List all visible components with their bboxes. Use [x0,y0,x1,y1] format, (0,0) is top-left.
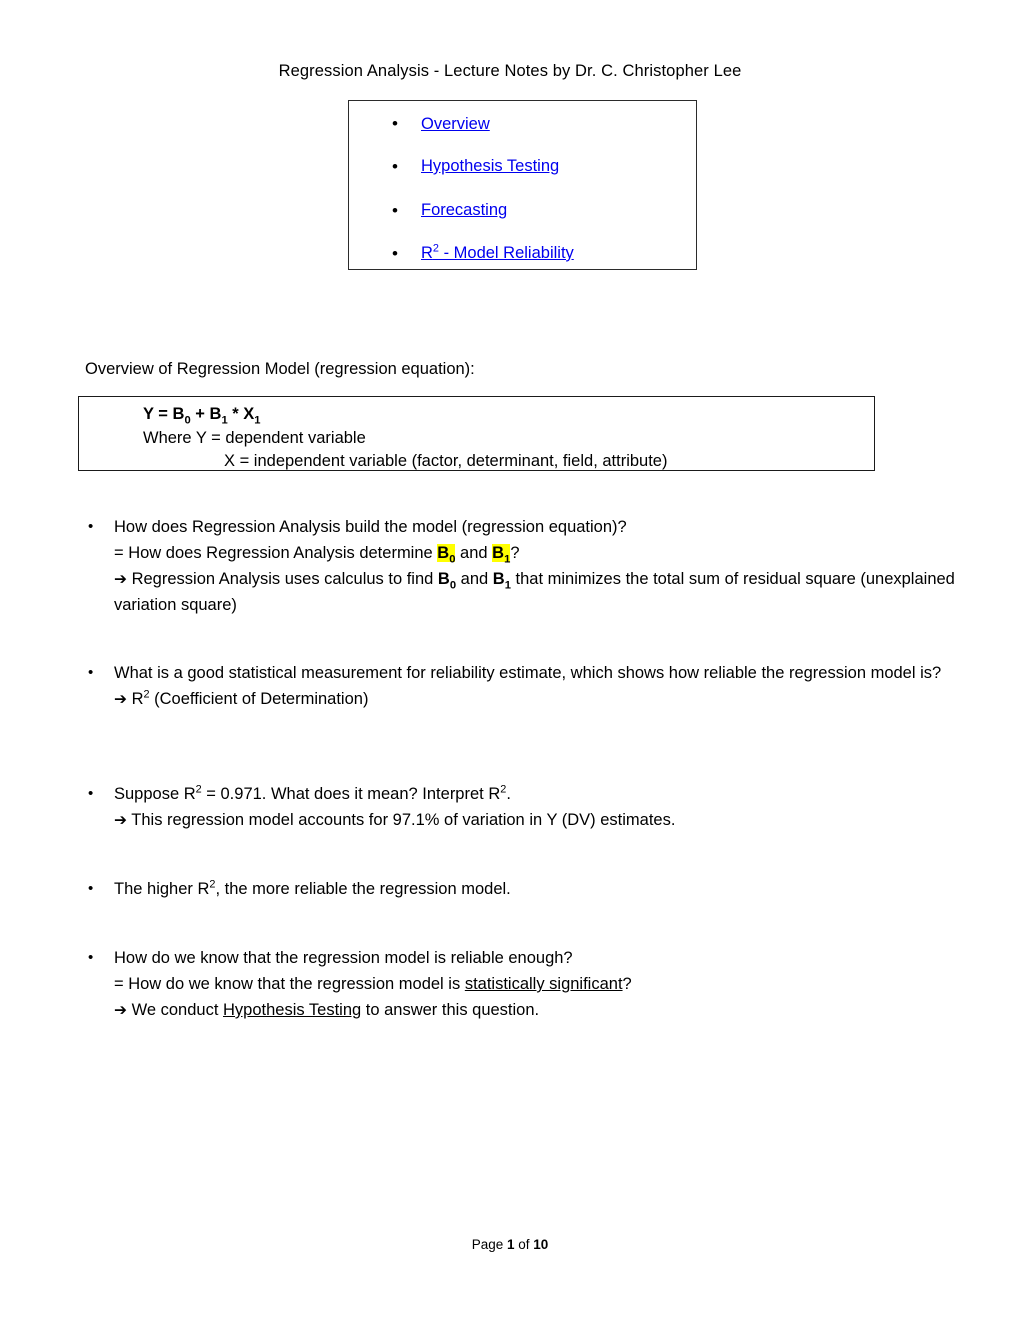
bullet-5-line-3: ➔ We conduct Hypothesis Testing to answe… [114,997,958,1023]
b4-l1-pre: The higher R [114,880,210,898]
bullet-3-line-2: ➔ This regression model accounts for 97.… [114,807,958,833]
b4-l1-post: , the more reliable the regression model… [215,880,511,898]
b1-letter: B [492,544,505,562]
eq-plus: + [190,405,210,423]
eq-y: Y [143,405,154,423]
b1-l3-mid: and [456,570,493,588]
b3-l1-post: . [506,785,511,803]
b2-l2-post: (Coefficient of Determination) [149,690,369,708]
equation-where-y: Where Y = dependent variable [143,429,366,447]
eq-x1: X [243,405,255,423]
b1-l2-mid: and [455,544,493,562]
toc-link-hypothesis-testing[interactable]: Hypothesis Testing [421,145,559,189]
bullet-1-line-1: How does Regression Analysis build the m… [114,518,627,536]
arrow-right-icon: ➔ [114,811,127,829]
bullet-4-line-1: The higher R2, the more reliable the reg… [114,876,958,902]
b5-l2-pre: = How do we know that the regression mod… [114,975,465,993]
highlight-b1: B1 [492,544,511,565]
section-intro-text: Overview of Regression Model (regression… [85,360,475,378]
bullet-1-line-3: ➔ Regression Analysis uses calculus to f… [114,566,959,618]
bullet-icon: • [392,157,398,176]
bullet-icon: • [392,114,398,133]
toc-link-reliability-text: - Model Reliability [438,244,574,262]
bullet-5-line-1: How do we know that the regression model… [114,949,573,967]
footer-pre: Page [471,1237,507,1252]
bullet-1-line-2: = How does Regression Analysis determine… [114,540,958,566]
b1-l3-b1: B [492,570,505,588]
eq-b1: B [209,405,222,423]
bullet-icon: • [392,200,398,220]
regression-equation-box: Y = B0 + B1 * X1 Where Y = dependent var… [78,396,875,471]
table-of-contents-box: • Overview • Hypothesis Testing • Foreca… [348,100,697,270]
bullet-3-line-1: Suppose R2 = 0.971. What does it mean? I… [114,781,958,807]
bullet-4-lines: The higher R2, the more reliable the reg… [114,876,958,902]
bullet-block-2: • What is a good statistical measurement… [88,660,958,712]
b0-letter: B [437,544,450,562]
bullet-icon: • [88,518,94,535]
b3-l1-pre: Suppose R [114,785,196,803]
b5-l2-post: ? [622,975,632,993]
eq-b0: B [172,405,185,423]
toc-link-model-reliability[interactable]: R2 - Model Reliability [421,232,574,276]
document-page: Regression Analysis - Lecture Notes by D… [0,0,1020,1320]
arrow-right-icon: ➔ [114,1001,127,1019]
arrow-right-icon: ➔ [114,690,127,708]
b1-l2-post: ? [510,544,520,562]
equation-formula: Y = B0 + B1 * X1 [143,403,261,426]
bullet-block-3: • Suppose R2 = 0.971. What does it mean?… [88,781,958,833]
bullet-icon: • [88,785,94,802]
footer-mid: of [514,1237,534,1252]
b1-l3-b0: B [437,570,450,588]
bullet-2-line-1: What is a good statistical measurement f… [114,664,942,682]
eq-equals: = [153,405,173,423]
eq-multiply: * [227,405,244,423]
toc-link-forecasting[interactable]: Forecasting [421,189,507,233]
b2-l2-pre: R [127,690,144,708]
b5-l2-underlined: statistically significant [464,975,623,993]
equation-where-x: X = independent variable (factor, determ… [224,452,668,470]
eq-x1-sub: 1 [254,414,261,427]
b3-l2-text: This regression model accounts for 97.1%… [127,811,676,829]
b5-l3-underlined: Hypothesis Testing [223,1001,362,1019]
bullet-5-lines: How do we know that the regression model… [114,945,958,1023]
b3-l1-mid: = 0.971. What does it mean? Interpret R [201,785,501,803]
b5-l3-post: to answer this question. [361,1001,540,1019]
bullet-2-line-2: ➔ R2 (Coefficient of Determination) [114,686,958,712]
footer-total-pages: 10 [533,1237,549,1252]
bullet-icon: • [88,949,94,966]
toc-link-overview[interactable]: Overview [421,101,490,147]
bullet-block-4: • The higher R2, the more reliable the r… [88,876,958,902]
b1-l3-pre: Regression Analysis uses calculus to fin… [127,570,438,588]
b5-l3-pre: We conduct [127,1001,223,1019]
highlight-b0: B0 [437,544,456,565]
arrow-right-icon: ➔ [114,570,127,588]
bullet-icon: • [88,880,94,897]
bullet-block-5: • How do we know that the regression mod… [88,945,958,1023]
bullet-block-1: • How does Regression Analysis build the… [88,514,958,618]
bullet-2-lines: What is a good statistical measurement f… [114,660,958,712]
bullet-5-line-2: = How do we know that the regression mod… [114,971,958,997]
bullet-icon: • [88,664,94,681]
bullet-icon: • [392,244,398,263]
footer-current-page: 1 [506,1237,515,1252]
bullet-3-lines: Suppose R2 = 0.971. What does it mean? I… [114,781,958,833]
page-footer: Page 1 of 10 [0,1236,1020,1254]
b1-l2-pre: = How does Regression Analysis determine [114,544,438,562]
toc-link-r-symbol: R [421,244,433,262]
bullet-1-lines: How does Regression Analysis build the m… [114,514,958,618]
page-title: Regression Analysis - Lecture Notes by D… [278,62,742,80]
